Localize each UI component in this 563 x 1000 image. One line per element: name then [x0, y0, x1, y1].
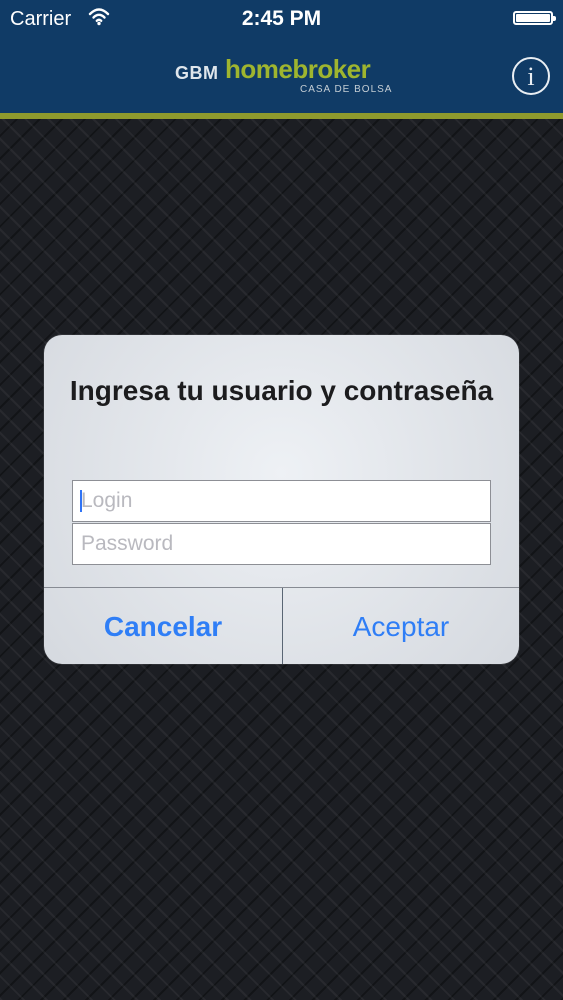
logo-main: homebroker: [225, 54, 371, 84]
login-dialog: Ingresa tu usuario y contraseña Cancelar…: [44, 335, 519, 664]
gbm-homebroker-logo: GBM homebroker CASA DE BOLSA: [175, 54, 395, 98]
info-button[interactable]: i: [512, 57, 550, 95]
password-input[interactable]: [72, 523, 491, 565]
info-icon: i: [527, 62, 535, 91]
accept-button[interactable]: Aceptar: [283, 588, 519, 664]
status-bar: Carrier 2:45 PM: [0, 0, 563, 38]
cancel-button[interactable]: Cancelar: [44, 588, 282, 664]
dialog-title: Ingresa tu usuario y contraseña: [69, 375, 494, 406]
text-cursor: [80, 490, 82, 512]
logo-subtitle: CASA DE BOLSA: [300, 84, 393, 95]
logo-prefix: GBM: [175, 63, 219, 83]
dialog-button-row: Cancelar Aceptar: [44, 587, 519, 664]
battery-icon: [513, 11, 556, 25]
status-time: 2:45 PM: [241, 7, 322, 30]
login-input[interactable]: [72, 480, 491, 522]
